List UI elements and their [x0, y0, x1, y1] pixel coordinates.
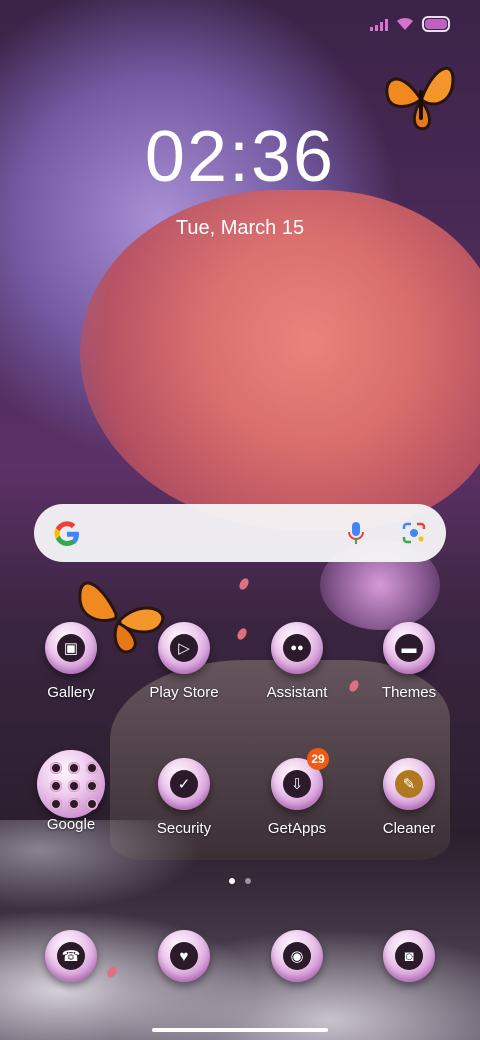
signal-bars-icon — [370, 17, 388, 31]
app-assistant[interactable]: ●● Assistant — [241, 622, 353, 701]
battery-icon — [422, 16, 450, 32]
app-cleaner[interactable]: ✎ Cleaner — [353, 758, 465, 837]
gallery-icon: ▣ — [45, 622, 97, 674]
folder-icon — [37, 750, 105, 818]
google-search-bar[interactable] — [34, 504, 446, 562]
mic-icon[interactable] — [346, 521, 366, 550]
google-g-icon — [52, 519, 82, 549]
camera-icon: ◙ — [383, 930, 435, 982]
folder-google[interactable]: Google — [15, 750, 127, 833]
messages-icon: ♥ — [158, 930, 210, 982]
download-cloud-icon: ⇩ 29 — [271, 748, 329, 810]
app-label: Themes — [381, 684, 437, 701]
app-label: GetApps — [267, 820, 327, 837]
chrome-icon: ◉ — [271, 930, 323, 982]
lens-camera-icon[interactable] — [402, 522, 426, 549]
dock-camera[interactable]: ◙ — [353, 930, 465, 982]
page-indicator — [0, 878, 480, 884]
app-label: Cleaner — [382, 820, 436, 837]
app-label: Assistant — [266, 684, 328, 701]
page-dot-active — [229, 878, 235, 884]
shield-check-icon: ✓ — [158, 758, 210, 810]
broom-icon: ✎ — [383, 758, 435, 810]
status-bar — [370, 16, 450, 32]
app-getapps[interactable]: ⇩ 29 GetApps — [241, 748, 353, 837]
home-gesture-bar[interactable] — [152, 1028, 328, 1032]
app-themes[interactable]: ▬ Themes — [353, 622, 465, 701]
app-gallery[interactable]: ▣ Gallery — [15, 622, 127, 701]
clock-date[interactable]: Tue, March 15 — [0, 217, 480, 240]
dock-chrome[interactable]: ◉ — [241, 930, 353, 982]
app-label: Gallery — [47, 684, 95, 701]
clock-time[interactable]: 02:36 — [0, 116, 480, 198]
notification-badge: 29 — [307, 748, 329, 770]
app-label: Security — [156, 820, 212, 837]
assistant-icon: ●● — [271, 622, 323, 674]
paint-roller-icon: ▬ — [383, 622, 435, 674]
dock-messages[interactable]: ♥ — [128, 930, 240, 982]
page-dot — [245, 878, 251, 884]
play-store-icon: ▷ — [158, 622, 210, 674]
phone-icon: ☎ — [45, 930, 97, 982]
app-security[interactable]: ✓ Security — [128, 758, 240, 837]
app-label: Google — [46, 816, 96, 833]
app-play-store[interactable]: ▷ Play Store — [128, 622, 240, 701]
dock-phone[interactable]: ☎ — [15, 930, 127, 982]
wifi-icon — [396, 17, 414, 31]
app-label: Play Store — [149, 684, 219, 701]
